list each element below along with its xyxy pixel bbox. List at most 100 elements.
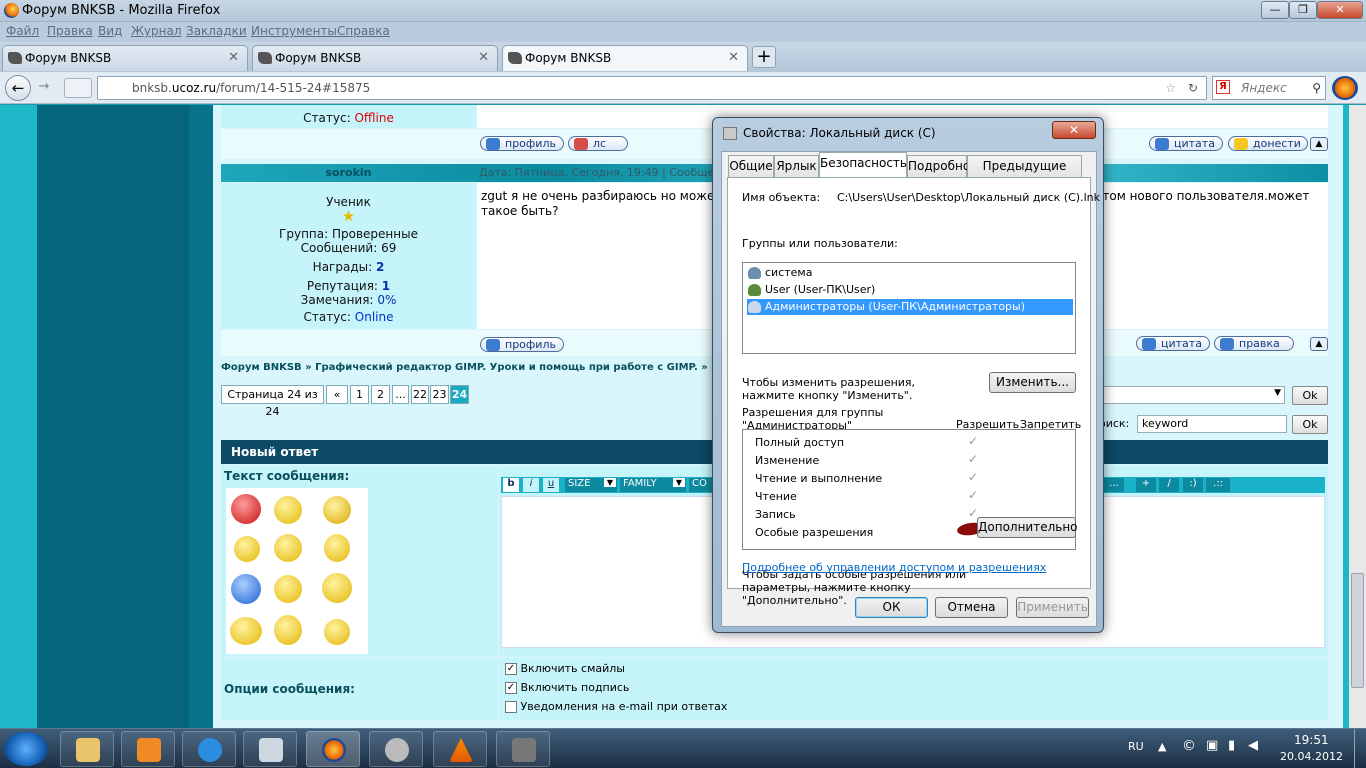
email-notify-checkbox[interactable] — [505, 701, 517, 713]
menu-file[interactable]: Файл — [6, 24, 39, 38]
scrollbar-thumb[interactable] — [1351, 573, 1364, 688]
smileys-checkbox[interactable]: ✓ — [505, 663, 517, 675]
close-tab-icon[interactable]: ✕ — [478, 46, 489, 70]
profile-button[interactable]: профиль — [480, 136, 564, 151]
menu-help[interactable]: Справка — [337, 24, 390, 38]
cool-smiley-icon[interactable] — [324, 619, 350, 645]
tab-1[interactable]: Форум BNKSB ✕ — [2, 45, 248, 71]
new-tab-button[interactable]: + — [752, 46, 776, 68]
profile-button[interactable]: профиль — [480, 337, 564, 352]
menu-view[interactable]: Вид — [98, 24, 122, 38]
more-button[interactable]: ... — [1104, 478, 1124, 492]
breadcrumb[interactable]: Форум BNKSB » Графический редактор GIMP.… — [221, 362, 711, 373]
forum-search-input[interactable]: keyword — [1137, 415, 1287, 433]
groups-list[interactable]: система User (User-ПК\User) Администрато… — [742, 262, 1076, 354]
menu-edit[interactable]: Правка — [47, 24, 93, 38]
page-22[interactable]: 22 — [411, 385, 429, 404]
volume-icon[interactable]: ◀ — [1248, 738, 1258, 753]
search-icon[interactable]: ⚲ — [1312, 77, 1321, 99]
tray-app-icon[interactable]: © — [1182, 738, 1196, 754]
option-smileys[interactable]: ✓ Включить смайлы — [505, 662, 625, 675]
jump-ok-button[interactable]: Ok — [1292, 386, 1328, 405]
close-tab-icon[interactable]: ✕ — [228, 46, 239, 70]
laughing-smiley-icon[interactable] — [324, 534, 350, 562]
taskbar-media-player[interactable] — [121, 731, 175, 767]
warnings-value[interactable]: 0% — [377, 293, 396, 307]
bold-button[interactable]: b — [503, 478, 519, 492]
dialog-close-button[interactable]: ✕ — [1052, 121, 1096, 139]
scroll-top-icon[interactable]: ▲ — [1310, 337, 1328, 351]
reload-icon[interactable]: ↻ — [1188, 77, 1198, 99]
page-prev[interactable]: « — [326, 385, 348, 404]
change-button[interactable]: Изменить... — [989, 372, 1076, 393]
tab-general[interactable]: Общие — [728, 155, 774, 177]
tab-details[interactable]: Подробно — [907, 155, 970, 177]
menu-tools[interactable]: Инструменты — [251, 24, 337, 38]
signature-checkbox[interactable]: ✓ — [505, 682, 517, 694]
reputation-value[interactable]: 1 — [382, 279, 390, 293]
add-button[interactable]: + — [1136, 478, 1156, 492]
forward-button[interactable]: → — [34, 79, 54, 97]
quote-button[interactable]: цитата — [1149, 136, 1223, 151]
pm-button[interactable]: лс — [568, 136, 628, 151]
yandex-icon[interactable]: Я — [1216, 80, 1230, 94]
battery-icon[interactable]: ▮ — [1228, 738, 1235, 753]
post-author[interactable]: sorokin — [221, 166, 476, 179]
group-user[interactable]: User (User-ПК\User) — [747, 282, 1073, 298]
network-icon[interactable]: ▣ — [1206, 738, 1218, 753]
show-desktop-button[interactable] — [1354, 729, 1366, 768]
squint-smiley-icon[interactable] — [323, 496, 351, 524]
tab-2[interactable]: Форум BNKSB ✕ — [252, 45, 498, 71]
jump-select[interactable]: ▼ — [1103, 386, 1285, 404]
crying-smiley-icon[interactable] — [234, 536, 260, 562]
search-ok-button[interactable]: Ok — [1292, 415, 1328, 434]
page-23[interactable]: 23 — [430, 385, 449, 404]
edit-button[interactable]: правка — [1214, 336, 1294, 351]
page-2[interactable]: 2 — [371, 385, 390, 404]
url-bar[interactable]: bnksb.ucoz.ru/forum/14-515-24#15875 ☆ ↻ — [97, 76, 1207, 100]
start-button[interactable] — [4, 732, 48, 766]
group-system[interactable]: система — [747, 265, 1073, 281]
quote-button[interactable]: цитата — [1136, 336, 1210, 351]
menu-history[interactable]: Журнал — [131, 24, 182, 38]
site-identity-button[interactable] — [64, 78, 92, 98]
taskbar-firefox[interactable] — [306, 731, 360, 767]
sad-smiley-icon[interactable] — [231, 574, 261, 604]
learn-more-link[interactable]: Подробнее об управлении доступом и разре… — [742, 561, 1046, 574]
cancel-button[interactable]: Отмена — [935, 597, 1008, 618]
angry-smiley-icon[interactable] — [231, 494, 261, 524]
option-signature[interactable]: ✓ Включить подпись — [505, 681, 629, 694]
minimize-button[interactable]: — — [1261, 1, 1289, 19]
taskbar-calculator[interactable] — [243, 731, 297, 767]
apply-button[interactable]: Применить — [1016, 597, 1089, 618]
italic-button[interactable]: i — [523, 478, 539, 492]
grin-smiley-icon[interactable] — [274, 575, 302, 603]
taskbar-vlc[interactable] — [433, 731, 487, 767]
family-select[interactable]: FAMILY ▼ — [620, 478, 686, 492]
tray-expand-icon[interactable]: ▲ — [1158, 740, 1166, 753]
page-scrollbar[interactable] — [1349, 105, 1366, 728]
scroll-top-icon[interactable]: ▲ — [1310, 137, 1328, 151]
smiley-button[interactable]: :) — [1183, 478, 1203, 492]
ok-button[interactable]: ОК — [855, 597, 928, 618]
firefox-menu-icon[interactable] — [1332, 76, 1358, 100]
option-email-notify[interactable]: Уведомления на e-mail при ответах — [505, 700, 727, 713]
tab-3-active[interactable]: Форум BNKSB ✕ — [502, 45, 748, 71]
awards-value[interactable]: 2 — [376, 260, 384, 274]
clock-time[interactable]: 19:51 — [1294, 733, 1329, 747]
tab-security[interactable]: Безопасность — [819, 152, 907, 178]
taskbar-ie[interactable] — [182, 731, 236, 767]
confused-smiley-icon[interactable] — [274, 615, 302, 645]
tab-previous-versions[interactable]: Предыдущие версии — [967, 155, 1082, 193]
clock-date[interactable]: 20.04.2012 — [1280, 750, 1343, 763]
advanced-button[interactable]: Дополнительно — [977, 517, 1078, 538]
slash-button[interactable]: / — [1159, 478, 1179, 492]
report-button[interactable]: донести — [1228, 136, 1308, 151]
shocked-smiley-icon[interactable] — [322, 573, 352, 603]
group-administrators[interactable]: Администраторы (User-ПК\Администраторы) — [747, 299, 1073, 315]
underline-button[interactable]: u — [543, 478, 559, 492]
surprised-smiley-icon[interactable] — [274, 534, 302, 562]
menu-bookmarks[interactable]: Закладки — [186, 24, 247, 38]
page-1[interactable]: 1 — [350, 385, 369, 404]
back-button[interactable]: ← — [5, 75, 31, 101]
